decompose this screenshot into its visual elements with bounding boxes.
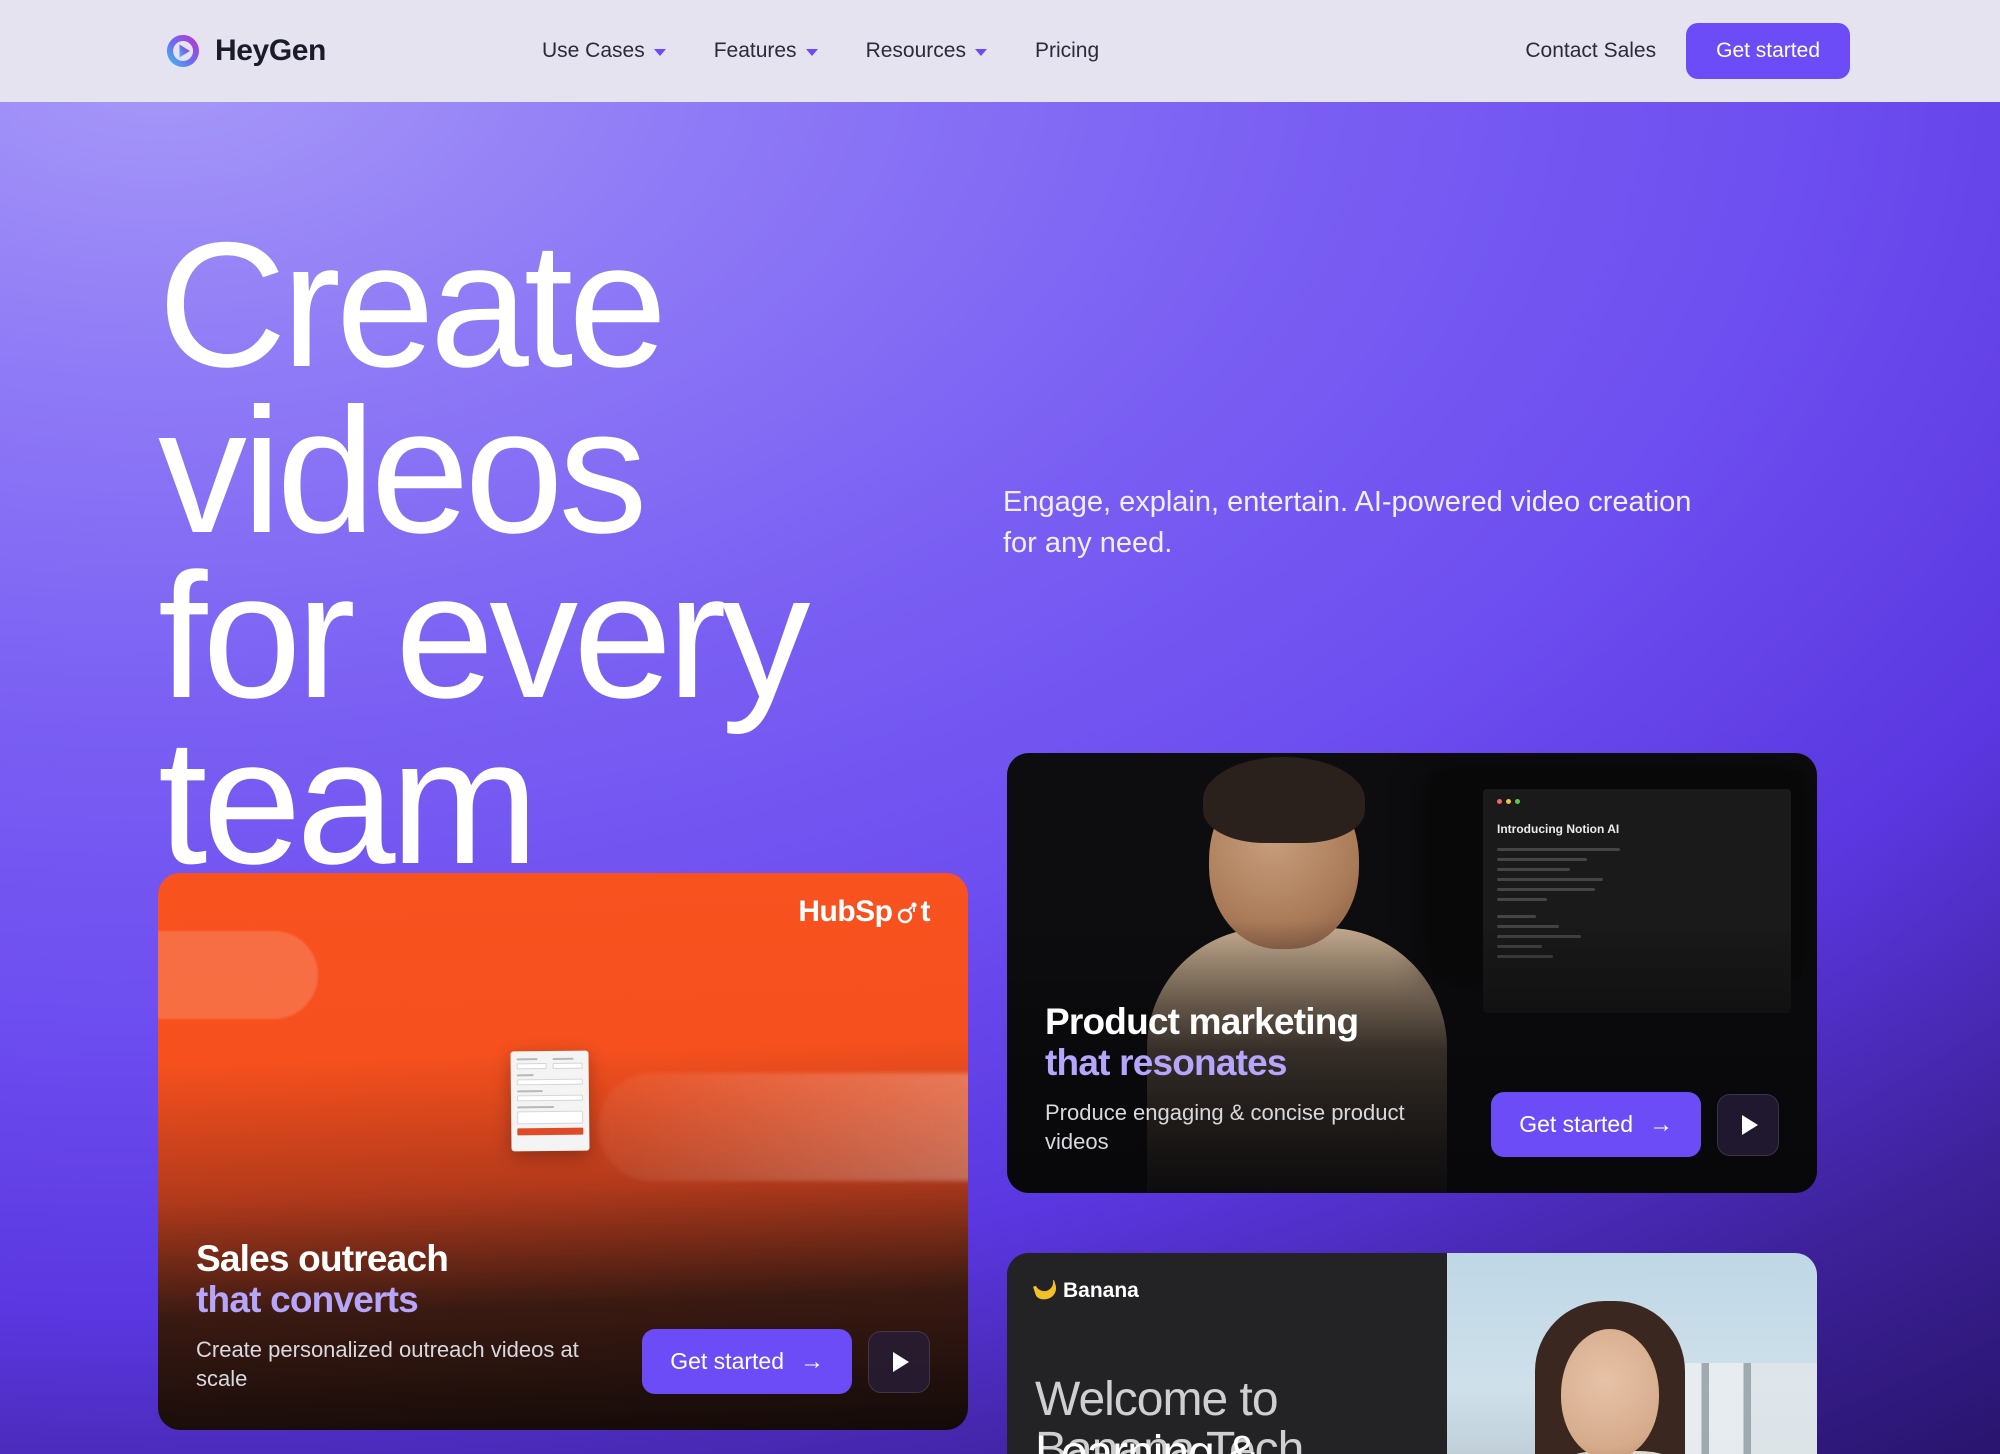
- card-title: Sales outreach that converts: [196, 1238, 930, 1321]
- arrow-right-icon: →: [800, 1347, 824, 1375]
- presenter-face: [1561, 1329, 1659, 1454]
- decorative-blob: [158, 931, 318, 1019]
- card-content: Product marketing that resonates Produce…: [1045, 1001, 1779, 1157]
- card-description: Produce engaging & concise product video…: [1045, 1099, 1405, 1155]
- play-button[interactable]: [868, 1330, 930, 1393]
- card-actions: Get started →: [642, 1329, 930, 1394]
- chevron-down-icon: [653, 49, 666, 56]
- presenter-video: [1447, 1253, 1817, 1454]
- nav-item-resources[interactable]: Resources: [866, 39, 987, 63]
- hubspot-wordmark-part: HubSp: [798, 895, 893, 928]
- card-title-line-2: that converts: [196, 1279, 419, 1321]
- card-get-started-button[interactable]: Get started →: [642, 1329, 852, 1394]
- nav-label: Features: [713, 39, 797, 62]
- card-title-line-1: Sales outreach: [196, 1237, 449, 1279]
- contact-sales-link[interactable]: Contact Sales: [1525, 39, 1656, 63]
- hubspot-sprocket-icon: [894, 899, 920, 925]
- hubspot-wordmark-part: t: [920, 895, 931, 928]
- screen-title: Introducing Notion AI: [1497, 822, 1620, 836]
- minimize-dot-icon: [1506, 799, 1511, 804]
- chevron-down-icon: [805, 49, 818, 56]
- window-traffic-lights: [1497, 799, 1777, 804]
- decorative-blob: [598, 1073, 968, 1181]
- get-started-button[interactable]: Get started: [1686, 23, 1850, 79]
- nav-label: Pricing: [1034, 39, 1100, 62]
- banana-logo: Banana: [1033, 1279, 1139, 1303]
- card-title: Product marketing that resonates: [1045, 1001, 1779, 1084]
- card-title-line-1: Learning &: [1035, 1427, 1258, 1454]
- mini-form-graphic: [510, 1050, 590, 1152]
- brand-logo[interactable]: HeyGen: [165, 33, 326, 69]
- maximize-dot-icon: [1515, 799, 1520, 804]
- card-get-started-button[interactable]: Get started →: [1491, 1092, 1701, 1157]
- site-header: HeyGen Use Cases Features Resources Pric…: [0, 0, 2000, 102]
- nav-label: Use Cases: [541, 39, 645, 62]
- button-label: Get started: [1519, 1111, 1633, 1137]
- chevron-down-icon: [974, 49, 987, 56]
- card-description: Create personalized outreach videos at s…: [196, 1336, 579, 1392]
- arrow-right-icon: →: [1649, 1110, 1673, 1138]
- card-title: Learning & development that travels: [1035, 1429, 1425, 1454]
- card-title-line-1: Product marketing: [1045, 1000, 1359, 1042]
- presenter-figure: [1509, 1301, 1729, 1454]
- main-nav: Use Cases Features Resources Pricing: [542, 39, 1099, 63]
- presenter-hair: [1203, 757, 1365, 843]
- play-icon: [893, 1351, 909, 1372]
- headline-line-3: team: [158, 701, 539, 901]
- card-actions: Get started →: [1491, 1092, 1779, 1157]
- hero-section: Create videos for every team Engage, exp…: [0, 102, 2000, 1454]
- heygen-play-logo-icon: [165, 33, 201, 69]
- video-text-line-1: Welcome to: [1035, 1373, 1279, 1426]
- button-label: Get started: [670, 1348, 784, 1374]
- play-icon: [1742, 1114, 1758, 1135]
- banana-icon: [1033, 1279, 1059, 1303]
- card-content: Sales outreach that converts Create pers…: [196, 1238, 930, 1394]
- brand-name: HeyGen: [215, 34, 326, 67]
- card-learning-development[interactable]: Banana Welcome to Banana Tech Learning &…: [1007, 1253, 1817, 1454]
- nav-item-features[interactable]: Features: [714, 39, 818, 63]
- card-title-line-2: that resonates: [1045, 1042, 1288, 1084]
- headline-line-1: Create videos: [158, 205, 667, 570]
- nav-label: Resources: [865, 39, 966, 62]
- close-dot-icon: [1497, 799, 1502, 804]
- play-button[interactable]: [1717, 1093, 1779, 1156]
- hubspot-logo: HubSp t: [798, 895, 930, 929]
- nav-item-use-cases[interactable]: Use Cases: [542, 39, 666, 63]
- nav-item-pricing[interactable]: Pricing: [1035, 39, 1099, 63]
- hero-subheading: Engage, explain, entertain. AI-powered v…: [1003, 486, 1692, 560]
- banana-wordmark: Banana: [1063, 1279, 1139, 1302]
- card-product-marketing[interactable]: Introducing Notion AI Product marketing …: [1007, 753, 1817, 1193]
- header-actions: Contact Sales Get started: [1525, 23, 1850, 79]
- card-sales-outreach[interactable]: HubSp t Sales outreach that converts Cre…: [158, 873, 968, 1430]
